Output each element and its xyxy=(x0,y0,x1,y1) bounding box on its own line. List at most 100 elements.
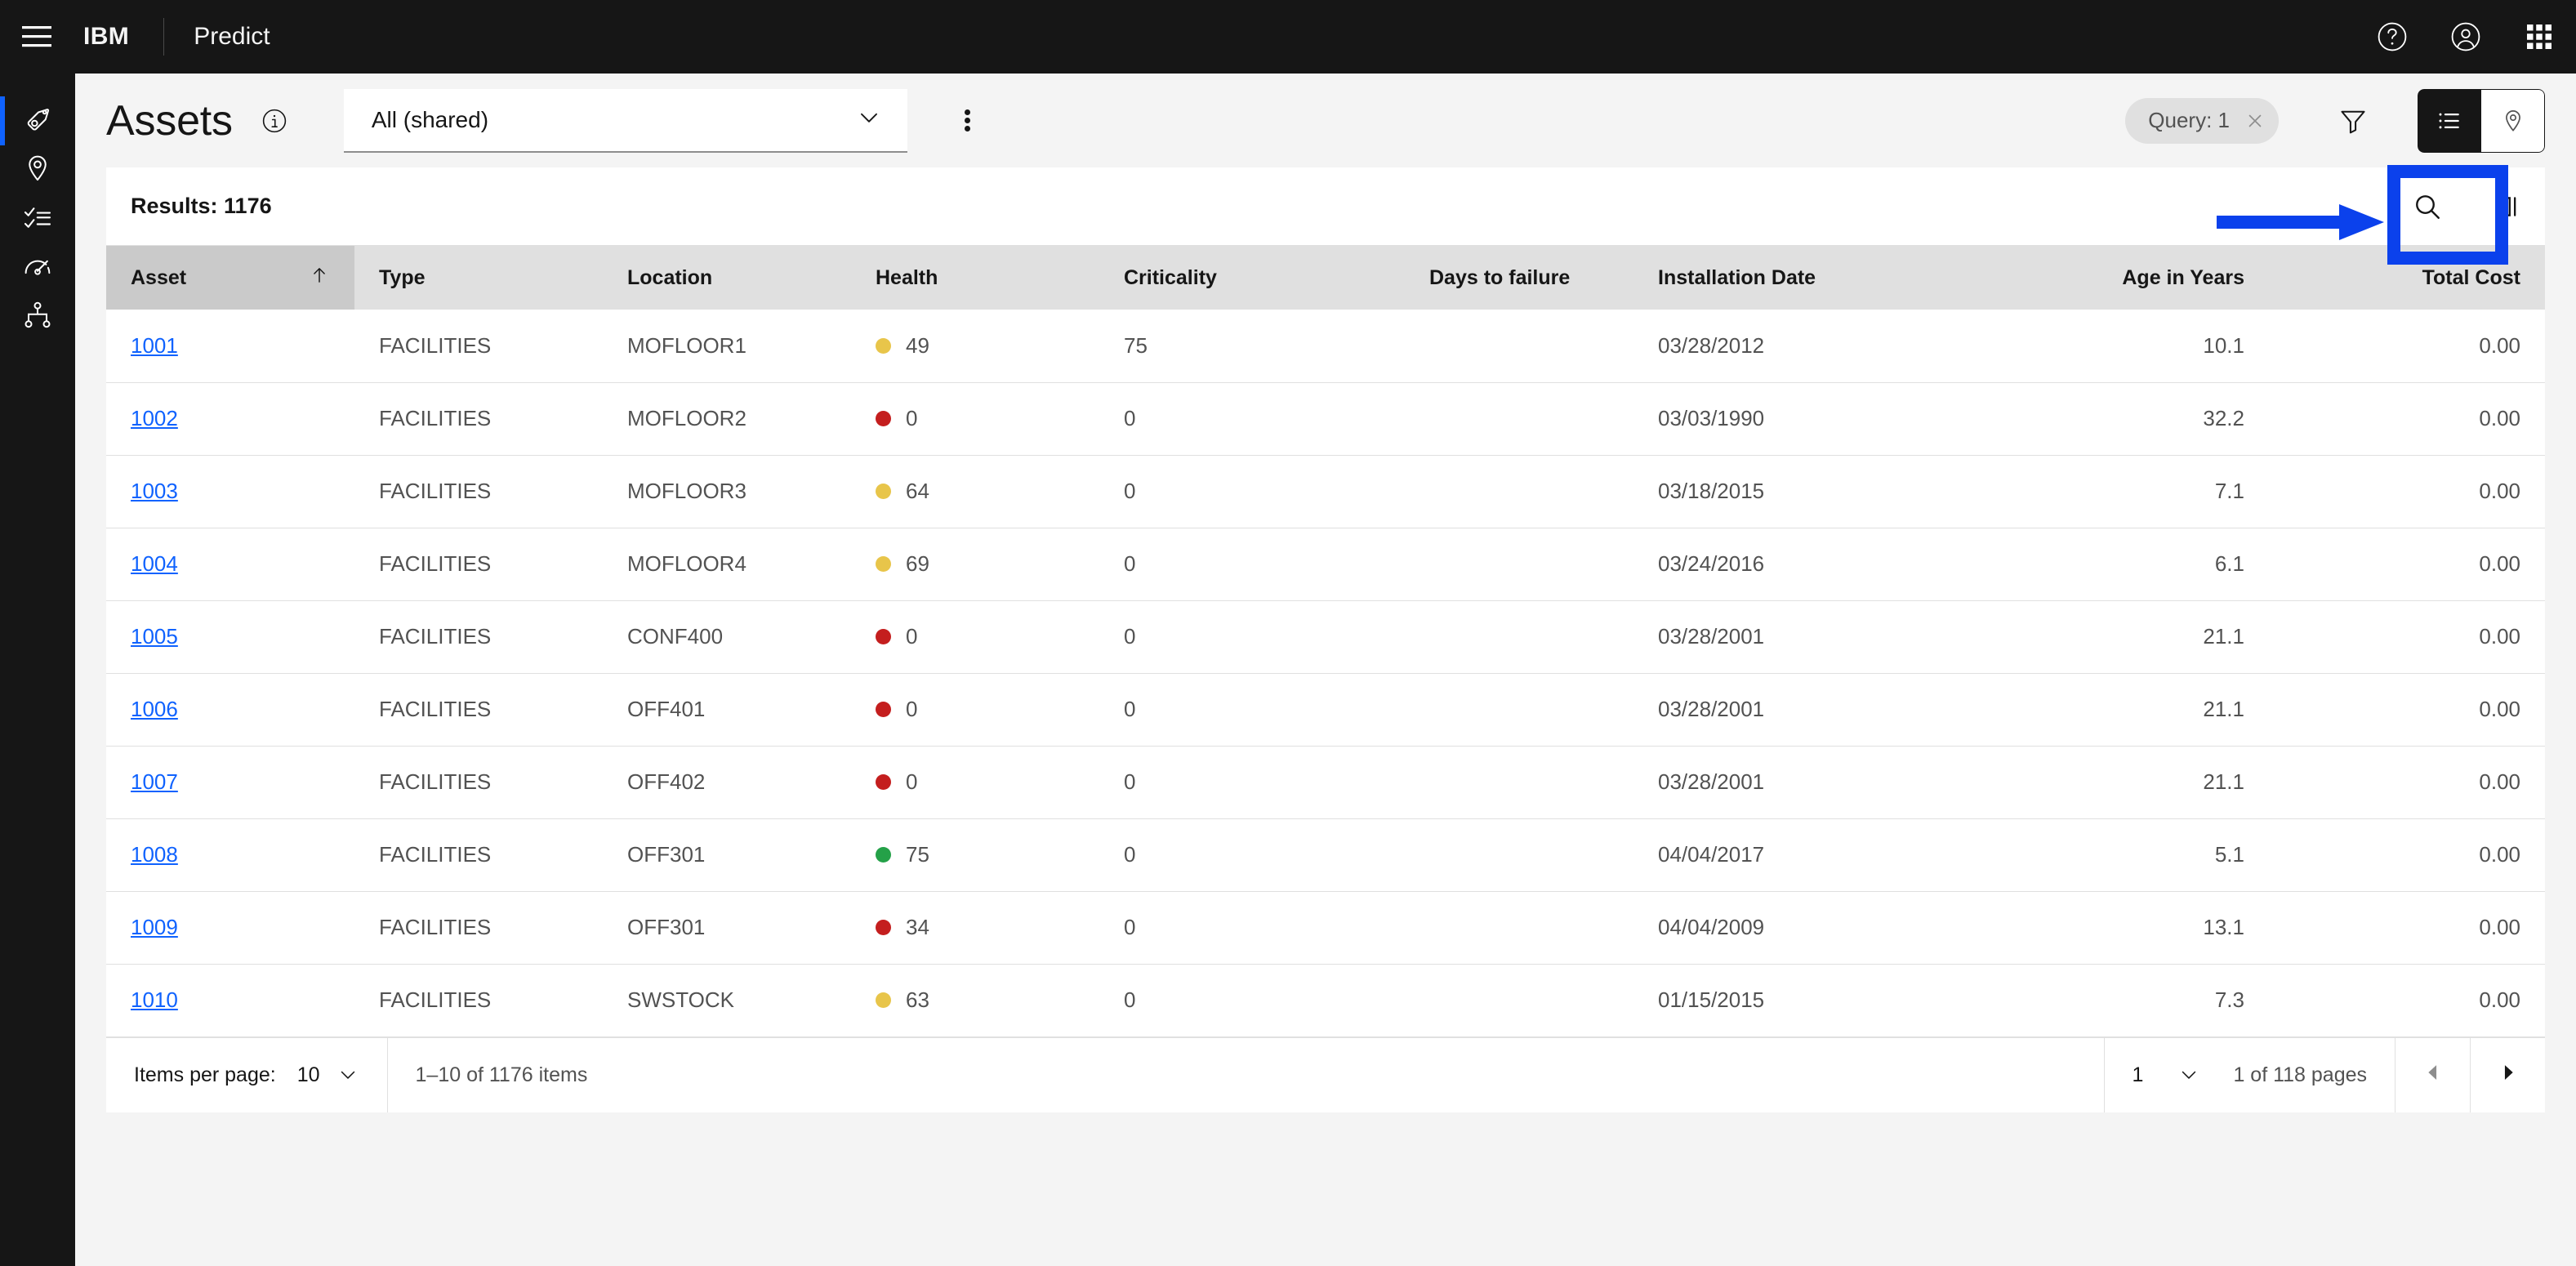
hamburger-menu-icon[interactable] xyxy=(0,0,74,74)
health-value: 49 xyxy=(906,332,929,358)
cell-location: OFF301 xyxy=(603,891,851,965)
items-per-page-select[interactable]: 10 xyxy=(297,1063,359,1087)
cell-type-value: FACILITIES xyxy=(379,915,492,939)
cell-location-value: MOFLOOR2 xyxy=(627,406,747,430)
cell-health: 0 xyxy=(851,382,1099,456)
column-header-days-to-failure[interactable]: Days to failure xyxy=(1405,246,1633,310)
cell-days-to-failure xyxy=(1405,528,1633,601)
health-status-dot xyxy=(876,556,891,572)
title-row-actions: Query: 1 xyxy=(2125,84,2545,158)
cell-location: OFF301 xyxy=(603,818,851,892)
column-header-asset[interactable]: Asset xyxy=(106,246,354,310)
app-name[interactable]: Predict xyxy=(194,23,270,51)
asset-link[interactable]: 1007 xyxy=(131,769,178,794)
app-switcher-icon[interactable] xyxy=(2502,0,2576,74)
cell-age-in-years: 32.2 xyxy=(1963,382,2269,456)
cell-asset: 1008 xyxy=(106,818,354,892)
sidebar-item-hierarchy[interactable] xyxy=(0,292,75,341)
cell-health: 0 xyxy=(851,746,1099,819)
table-row: 1009 FACILITIES OFF301 34 0 04/04/2009 13.1 0.0… xyxy=(106,891,2545,965)
next-page-button[interactable] xyxy=(2470,1037,2545,1112)
column-header-type[interactable]: Type xyxy=(354,246,603,310)
map-pin-view-icon[interactable] xyxy=(2481,88,2545,153)
overflow-vertical-icon[interactable] xyxy=(945,92,991,149)
column-header-age-in-years[interactable]: Age in Years xyxy=(1963,246,2269,310)
close-x-icon[interactable] xyxy=(2244,110,2266,132)
health-value: 0 xyxy=(906,406,918,430)
cell-installation-date: 04/04/2017 xyxy=(1633,818,1963,892)
cell-criticality-value: 0 xyxy=(1124,406,1136,430)
caret-right-icon xyxy=(2498,1062,2519,1089)
cell-location: MOFLOOR1 xyxy=(603,310,851,383)
cell-age-in-years: 21.1 xyxy=(1963,673,2269,747)
info-circle-icon[interactable] xyxy=(261,107,288,135)
cell-age-in-years: 21.1 xyxy=(1963,746,2269,819)
column-header-health[interactable]: Health xyxy=(851,246,1099,310)
search-magnifier-icon[interactable] xyxy=(2388,167,2467,246)
column-header-installation-date[interactable]: Installation Date xyxy=(1633,246,1963,310)
view-select[interactable]: All (shared) xyxy=(343,88,907,153)
user-avatar-icon[interactable] xyxy=(2429,0,2502,74)
cell-type: FACILITIES xyxy=(354,964,603,1037)
column-header-location[interactable]: Location xyxy=(603,246,851,310)
column-settings-icon[interactable] xyxy=(2467,167,2545,246)
pagination-range-text: 1–10 of 1176 items xyxy=(415,1063,588,1086)
table-row: 1005 FACILITIES CONF400 0 0 03/28/2001 21.1 0.0… xyxy=(106,600,2545,674)
cell-type: FACILITIES xyxy=(354,673,603,747)
asset-link[interactable]: 1009 xyxy=(131,915,178,939)
table-header: Asset Type Location Health Criticality D… xyxy=(106,246,2545,310)
filter-funnel-icon[interactable] xyxy=(2316,84,2390,158)
asset-link[interactable]: 1001 xyxy=(131,333,178,358)
assets-table: Asset Type Location Health Criticality D… xyxy=(106,246,2545,1037)
cell-criticality: 0 xyxy=(1099,455,1405,528)
health-value: 69 xyxy=(906,551,929,576)
asset-link[interactable]: 1003 xyxy=(131,479,178,503)
cell-installation-date: 03/28/2001 xyxy=(1633,673,1963,747)
cell-total-cost-value: 0.00 xyxy=(2479,479,2520,503)
cell-age-in-years-value: 6.1 xyxy=(2214,551,2244,576)
cell-health: 63 xyxy=(851,964,1099,1037)
table-row: 1002 FACILITIES MOFLOOR2 0 0 03/03/1990 32.2 0.… xyxy=(106,382,2545,456)
items-per-page-label: Items per page: xyxy=(134,1063,276,1086)
cell-type-value: FACILITIES xyxy=(379,479,492,503)
sidebar-item-locations[interactable] xyxy=(0,145,75,194)
asset-link[interactable]: 1006 xyxy=(131,697,178,721)
cell-type-value: FACILITIES xyxy=(379,551,492,576)
cell-age-in-years: 5.1 xyxy=(1963,818,2269,892)
query-filter-chip[interactable]: Query: 1 xyxy=(2125,97,2279,144)
table-body: 1001 FACILITIES MOFLOOR1 49 75 03/28/2012 10.1… xyxy=(106,310,2545,1037)
previous-page-button[interactable] xyxy=(2395,1037,2470,1112)
view-mode-toggle xyxy=(2418,88,2545,153)
cell-installation-date-value: 03/28/2001 xyxy=(1658,769,1765,794)
asset-link[interactable]: 1004 xyxy=(131,551,178,576)
asset-link[interactable]: 1002 xyxy=(131,406,178,430)
assets-table-container: Results: 1176 Asset Type Location Health… xyxy=(106,167,2545,1112)
asset-link[interactable]: 1008 xyxy=(131,842,178,867)
page-number-select[interactable]: 1 xyxy=(2105,1037,2229,1112)
location-pin-icon xyxy=(21,152,54,189)
list-view-icon[interactable] xyxy=(2418,88,2481,153)
sidebar-item-assets[interactable] xyxy=(0,96,75,145)
cell-criticality: 0 xyxy=(1099,891,1405,965)
hierarchy-icon xyxy=(21,299,54,336)
sidebar-item-meters[interactable] xyxy=(0,243,75,292)
cell-type-value: FACILITIES xyxy=(379,987,492,1012)
cell-location-value: OFF301 xyxy=(627,915,706,939)
cell-type-value: FACILITIES xyxy=(379,406,492,430)
cell-location: MOFLOOR2 xyxy=(603,382,851,456)
cell-location-value: OFF401 xyxy=(627,697,706,721)
cell-type: FACILITIES xyxy=(354,382,603,456)
help-circle-icon[interactable] xyxy=(2355,0,2429,74)
brand-ibm[interactable]: IBM xyxy=(74,23,129,51)
health-status-dot xyxy=(876,774,891,790)
cell-days-to-failure xyxy=(1405,673,1633,747)
cell-location: OFF401 xyxy=(603,673,851,747)
sidebar-item-work-orders[interactable] xyxy=(0,194,75,243)
chevron-down-icon xyxy=(336,1063,359,1086)
health-status-dot xyxy=(876,992,891,1008)
asset-link[interactable]: 1005 xyxy=(131,624,178,649)
table-header-row: Asset Type Location Health Criticality D… xyxy=(106,246,2545,310)
column-header-criticality[interactable]: Criticality xyxy=(1099,246,1405,310)
column-header-total-cost[interactable]: Total Cost xyxy=(2269,246,2545,310)
asset-link[interactable]: 1010 xyxy=(131,987,178,1012)
